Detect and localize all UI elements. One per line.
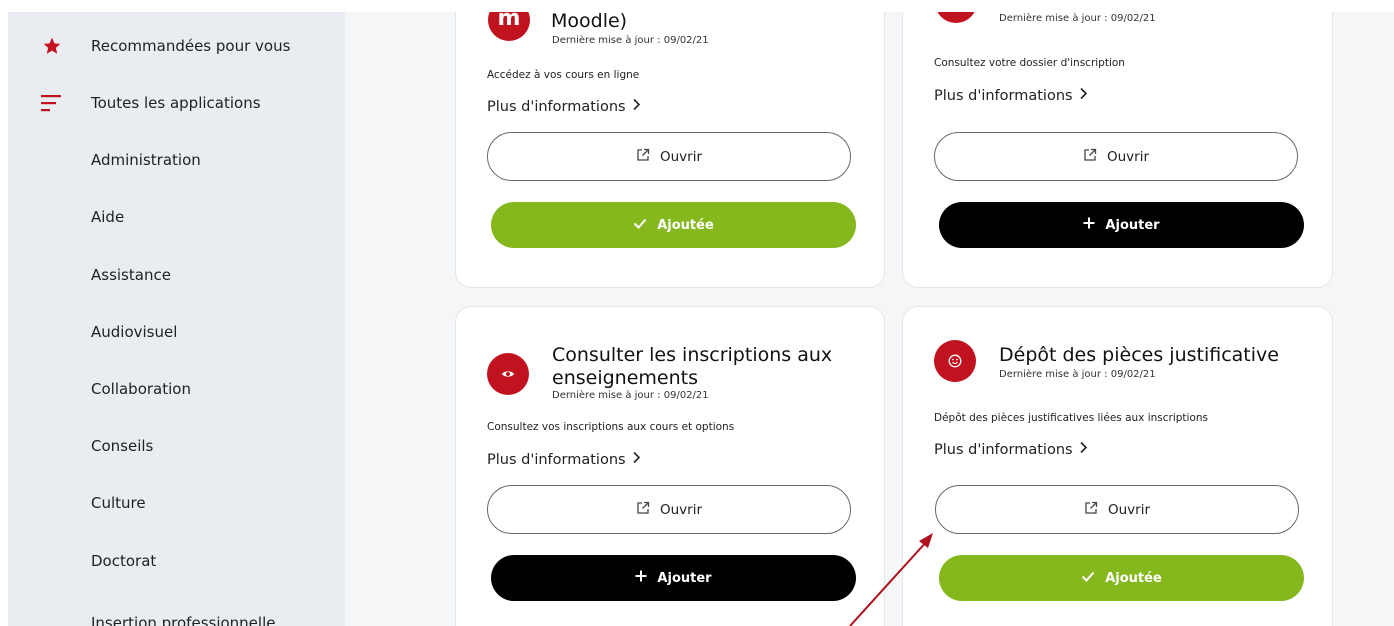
plus-icon [635,570,647,586]
sidebar: Recommandées pour vous Toutes les applic… [8,12,345,626]
sidebar-item-label: Recommandées pour vous [91,37,291,55]
card-description: Accédez à vos cours en ligne [487,69,640,81]
card-updated-date: Dernière mise à jour : 09/02/21 [999,13,1156,24]
added-button[interactable]: Ajoutée [491,202,856,248]
card-description: Consultez votre dossier d'inscription [934,57,1125,69]
more-info-label: Plus d'informations [934,87,1073,104]
sidebar-item-label: Aide [91,208,125,226]
sidebar-item-label: Culture [91,494,146,512]
check-icon [1081,571,1095,586]
smiley-icon [934,340,976,382]
chevron-right-icon [1079,441,1088,458]
sidebar-item-label: Audiovisuel [91,323,178,341]
sidebar-item-label: Doctorat [91,552,157,570]
app-card-inscriptions-enseignements: Consulter les inscriptions aux enseignem… [455,306,885,626]
add-button[interactable]: Ajouter [491,555,856,601]
add-button-label: Ajouter [657,570,712,586]
app-card-depot-pieces: Dépôt des pièces justificative Dernière … [902,306,1333,626]
more-info-link[interactable]: Plus d'informations [934,87,1088,104]
open-button-label: Ouvrir [1106,148,1150,165]
open-button[interactable]: Ouvrir [935,485,1299,534]
open-button-label: Ouvrir [659,501,703,518]
app-window: Recommandées pour vous Toutes les applic… [8,12,1394,626]
card-title-line2: enseignements [552,367,698,389]
eye-icon [487,353,529,395]
open-button[interactable]: Ouvrir [487,132,851,181]
add-button[interactable]: Ajouter [939,202,1304,248]
chevron-right-icon [632,451,641,468]
sidebar-item-conseils[interactable]: Conseils [8,426,345,466]
card-title: Consulter les inscriptions aux [552,344,833,366]
chevron-right-icon [632,98,641,115]
card-title: Dépôt des pièces justificative [999,344,1279,366]
sidebar-item-label: Insertion professionnelle [91,614,276,626]
card-description: Dépôt des pièces justificatives liées au… [934,412,1209,424]
added-button-label: Ajoutée [657,217,714,233]
add-button-label: Ajouter [1105,217,1160,233]
moodle-icon: m [488,12,530,41]
sidebar-item-administration[interactable]: Administration [8,140,345,180]
list-icon [40,91,64,115]
external-link-icon [636,501,650,519]
app-card-moodle: m Moodle) Dernière mise à jour : 09/02/2… [455,12,885,288]
sidebar-item-label: Assistance [91,266,171,284]
sidebar-item-audiovisuel[interactable]: Audiovisuel [8,312,345,352]
more-info-link[interactable]: Plus d'informations [487,451,641,468]
card-updated-date: Dernière mise à jour : 09/02/21 [552,390,709,401]
sidebar-item-label: Collaboration [91,380,191,398]
sidebar-item-all-apps[interactable]: Toutes les applications [8,83,345,123]
external-link-icon [636,148,650,166]
external-link-icon [1084,501,1098,519]
open-button[interactable]: Ouvrir [934,132,1298,181]
added-button[interactable]: Ajoutée [939,555,1304,601]
open-button-label: Ouvrir [1107,501,1151,518]
sidebar-item-doctorat[interactable]: Doctorat [8,541,345,581]
sidebar-item-assistance[interactable]: Assistance [8,255,345,295]
card-description: Consultez vos inscriptions aux cours et … [487,421,735,433]
sidebar-item-label: Toutes les applications [91,94,261,112]
card-updated-date: Dernière mise à jour : 09/02/21 [552,35,709,46]
card-title: Moodle) [551,12,628,32]
more-info-label: Plus d'informations [934,441,1073,458]
more-info-link[interactable]: Plus d'informations [487,98,641,115]
card-updated-date: Dernière mise à jour : 09/02/21 [999,369,1156,380]
more-info-link[interactable]: Plus d'informations [934,441,1088,458]
more-info-label: Plus d'informations [487,451,626,468]
app-card-dossier-inscription: Dernière mise à jour : 09/02/21 Consulte… [902,12,1333,288]
chevron-right-icon [1079,87,1088,104]
sidebar-item-aide[interactable]: Aide [8,197,345,237]
open-button[interactable]: Ouvrir [487,485,851,534]
added-button-label: Ajoutée [1105,570,1162,586]
sidebar-item-collaboration[interactable]: Collaboration [8,369,345,409]
check-icon [633,218,647,233]
plus-icon [1083,217,1095,233]
external-link-icon [1083,148,1097,166]
sidebar-item-recommended[interactable]: Recommandées pour vous [8,26,345,66]
sidebar-item-label: Conseils [91,437,154,455]
sidebar-item-culture[interactable]: Culture [8,483,345,523]
sidebar-item-insertion[interactable]: Insertion professionnelle [8,603,345,626]
star-icon [40,34,64,58]
open-button-label: Ouvrir [659,148,703,165]
app-icon [935,12,977,23]
sidebar-item-label: Administration [91,151,201,169]
more-info-label: Plus d'informations [487,98,626,115]
